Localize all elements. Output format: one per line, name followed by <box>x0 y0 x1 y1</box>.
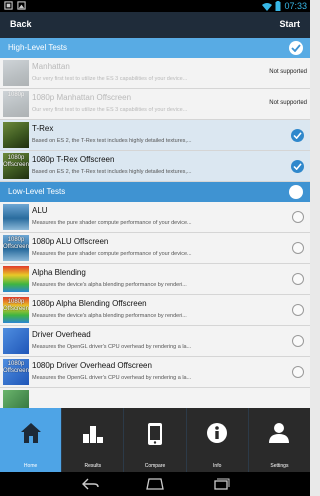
test-thumbnail <box>3 328 29 354</box>
test-title: Manhattan <box>32 62 70 71</box>
test-description: Measures the device's alpha blending per… <box>32 282 187 288</box>
nav-results[interactable]: Results <box>62 408 125 472</box>
select-all-checkmark-icon[interactable] <box>289 41 303 55</box>
list-item-alu-offscreen[interactable]: 1080p Offscreen 1080p ALU Offscreen Meas… <box>0 233 310 264</box>
thumbnail-label: 1080p Offscreen <box>3 237 29 250</box>
test-thumbnail <box>3 60 29 86</box>
action-bar: Back Start <box>0 12 310 38</box>
status-time: 07:33 <box>284 1 307 11</box>
list-item-t-rex-offscreen[interactable]: 1080p Offscreen 1080p T-Rex Offscreen Ba… <box>0 151 310 182</box>
test-thumbnail <box>3 266 29 292</box>
test-thumbnail: 1080p <box>3 91 29 117</box>
test-thumbnail: 1080p Offscreen <box>3 359 29 385</box>
radio-button[interactable] <box>292 335 304 347</box>
radio-button[interactable] <box>292 273 304 285</box>
radio-button[interactable] <box>292 366 304 378</box>
test-description: Our very first test to utilize the ES 3 … <box>32 107 188 113</box>
test-thumbnail <box>3 204 29 230</box>
phone-icon <box>148 423 162 445</box>
radio-button[interactable] <box>292 211 304 223</box>
home-icon <box>20 423 41 443</box>
status-bar: 07:33 <box>0 0 310 12</box>
checkmark-icon[interactable] <box>291 129 304 142</box>
person-icon <box>269 423 290 443</box>
home-button-icon[interactable] <box>144 478 166 490</box>
test-title: 1080p T-Rex Offscreen <box>32 155 115 164</box>
test-description: Measures the OpenGL driver's CPU overhea… <box>32 375 192 381</box>
test-description: Measures the OpenGL driver's CPU overhea… <box>32 344 192 350</box>
test-description: Based on ES 2, the T-Rex test includes h… <box>32 169 192 175</box>
test-title: Alpha Blending <box>32 268 86 277</box>
nav-settings[interactable]: Settings <box>248 408 311 472</box>
wifi-icon <box>262 2 273 11</box>
recent-apps-icon[interactable] <box>212 478 230 490</box>
nav-label: Home <box>23 463 38 469</box>
thumbnail-label: 1080p Offscreen <box>3 299 29 312</box>
section-title: Low-Level Tests <box>8 187 66 196</box>
list-item-manhattan-offscreen[interactable]: 1080p 1080p Manhattan Offscreen Our very… <box>0 89 310 120</box>
back-button[interactable]: Back <box>10 19 32 29</box>
bar-chart-icon <box>82 426 103 443</box>
start-button[interactable]: Start <box>279 19 300 29</box>
test-title: 1080p Manhattan Offscreen <box>32 93 132 102</box>
radio-button[interactable] <box>292 242 304 254</box>
section-title: High-Level Tests <box>8 43 67 52</box>
nav-label: Compare <box>144 463 166 469</box>
test-title: 1080p ALU Offscreen <box>32 237 109 246</box>
list-item-alu[interactable]: ALU Measures the pure shader compute per… <box>0 202 310 233</box>
test-thumbnail: 1080p Offscreen <box>3 297 29 323</box>
thumbnail-label: 1080p Offscreen <box>3 361 29 374</box>
nav-label: Info <box>213 463 222 469</box>
list-item-manhattan[interactable]: Manhattan Our very first test to utilize… <box>0 58 310 89</box>
section-header-low-level[interactable]: Low-Level Tests <box>0 182 310 202</box>
test-description: Based on ES 2, the T-Rex test includes h… <box>32 138 192 144</box>
nav-label: Results <box>84 463 102 469</box>
status-label: Not supported <box>269 100 307 106</box>
select-all-radio-icon[interactable] <box>289 185 303 199</box>
test-description: Measures the device's alpha blending per… <box>32 313 187 319</box>
test-thumbnail: 1080p Offscreen <box>3 153 29 179</box>
section-header-high-level[interactable]: High-Level Tests <box>0 38 310 58</box>
test-description: Measures the pure shader compute perform… <box>32 251 192 257</box>
notification-icon <box>4 1 13 10</box>
info-icon <box>207 423 228 443</box>
test-description: Our very first test to utilize the ES 3 … <box>32 76 188 82</box>
checkmark-icon[interactable] <box>291 160 304 173</box>
test-thumbnail <box>3 122 29 148</box>
test-title: 1080p Alpha Blending Offscreen <box>32 299 147 308</box>
test-title: ALU <box>32 206 48 215</box>
test-title: 1080p Driver Overhead Offscreen <box>32 361 152 370</box>
list-item-driver-overhead-offscreen[interactable]: 1080p Offscreen 1080p Driver Overhead Of… <box>0 357 310 388</box>
battery-icon <box>275 1 281 11</box>
nav-compare[interactable]: Compare <box>124 408 187 472</box>
test-list: High-Level Tests Manhattan Our very firs… <box>0 38 310 408</box>
list-item-t-rex[interactable]: T-Rex Based on ES 2, the T-Rex test incl… <box>0 120 310 151</box>
nav-label: Settings <box>270 463 289 469</box>
list-item-partial[interactable] <box>0 388 310 408</box>
bottom-navigation: Home Results Compare Info Settings <box>0 408 311 472</box>
nav-home[interactable]: Home <box>0 408 63 472</box>
back-icon[interactable] <box>80 478 100 490</box>
thumbnail-label: 1080p Offscreen <box>3 155 29 168</box>
list-item-driver-overhead[interactable]: Driver Overhead Measures the OpenGL driv… <box>0 326 310 357</box>
test-description: Measures the pure shader compute perform… <box>32 220 192 226</box>
list-item-alpha-blending[interactable]: Alpha Blending Measures the device's alp… <box>0 264 310 295</box>
radio-button[interactable] <box>292 304 304 316</box>
test-thumbnail <box>3 390 29 408</box>
test-title: T-Rex <box>32 124 54 133</box>
test-title: Driver Overhead <box>32 330 91 339</box>
system-navigation-bar <box>0 472 310 496</box>
status-label: Not supported <box>269 69 307 75</box>
list-item-alpha-blending-offscreen[interactable]: 1080p Offscreen 1080p Alpha Blending Off… <box>0 295 310 326</box>
test-thumbnail: 1080p Offscreen <box>3 235 29 261</box>
image-icon <box>17 1 26 10</box>
nav-info[interactable]: Info <box>186 408 249 472</box>
thumbnail-label: 1080p <box>7 92 25 98</box>
